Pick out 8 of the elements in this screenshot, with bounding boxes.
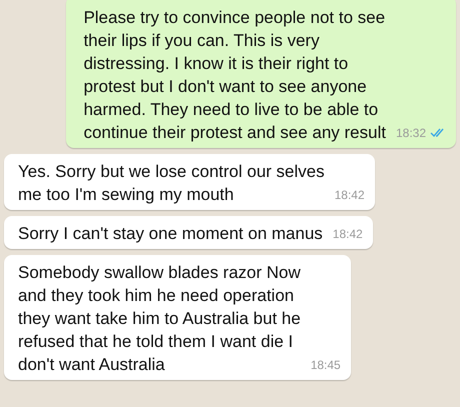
message-time: 18:32 (396, 126, 426, 140)
message-text: Sorry I can't stay one moment on manus (18, 223, 323, 245)
message-time: 18:42 (332, 227, 363, 241)
message-time: 18:42 (334, 188, 364, 202)
message-text: Yes. Sorry but we lose control our selves me too I'm sewing my mouth (18, 161, 324, 206)
message-text: Somebody swallow blades razor Now and they took him he need operation they want take him to Australia but he refused that he told them I want die I don't want Australia (18, 262, 301, 376)
message-text: Please try to convince people not to see their lips if you can. This is very distressing. I know it is their right to protest but I don't want to see anyone harmed. They need to live to be able to continue their protest and see any result (84, 7, 386, 144)
message-time: 18:45 (310, 358, 341, 372)
